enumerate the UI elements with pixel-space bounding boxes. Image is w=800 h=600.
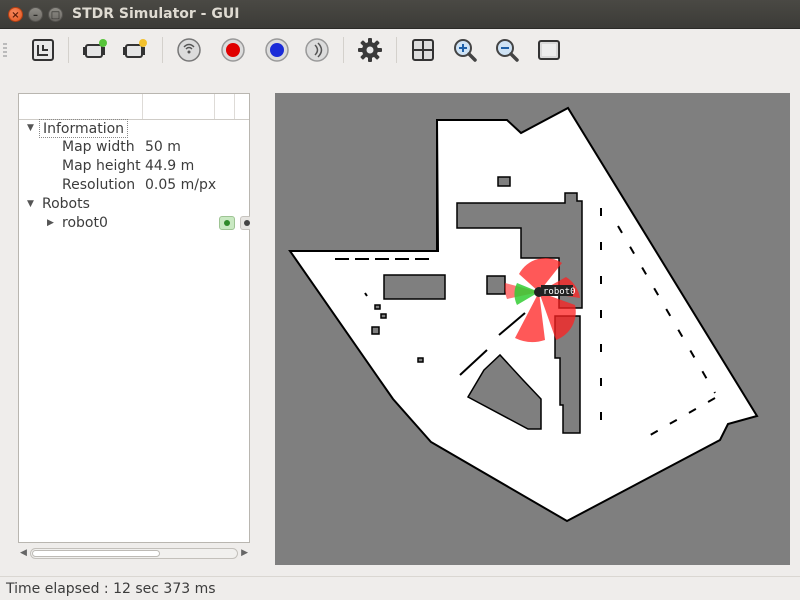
add-sound-source-button[interactable] [302, 35, 332, 65]
time-elapsed-text: Time elapsed : 12 sec 373 ms [6, 581, 216, 597]
toolbar-separator [343, 37, 344, 63]
close-window-button[interactable]: × [8, 7, 23, 22]
info-tree-panel: ▼ Information Map width 50 m Map height … [18, 93, 250, 543]
toolbar-separator [162, 37, 163, 63]
zoom-in-icon [454, 39, 477, 62]
load-robot-icon [123, 39, 147, 58]
window-title: STDR Simulator - GUI [72, 6, 240, 22]
scrollbar-track[interactable] [30, 548, 238, 559]
properties-gear-icon [358, 38, 382, 62]
properties-button[interactable] [355, 35, 385, 65]
status-bar: Time elapsed : 12 sec 373 ms [0, 576, 800, 600]
map-width-label: Map width [62, 139, 135, 155]
toolbar-separator [396, 37, 397, 63]
adjust-view-button[interactable] [534, 35, 564, 65]
add-thermal-source-button[interactable] [262, 35, 292, 65]
grid-icon [412, 39, 434, 61]
load-map-button[interactable] [28, 35, 58, 65]
resolution-label: Resolution [62, 177, 136, 193]
toolbar-separator [68, 37, 69, 63]
tree-item-robot0[interactable]: robot0 [62, 214, 108, 233]
scroll-right-arrow-icon[interactable]: ▶ [241, 548, 248, 558]
zoom-in-button[interactable] [450, 35, 480, 65]
maximize-window-button[interactable]: □ [48, 7, 63, 22]
load-robot-button[interactable] [120, 35, 150, 65]
tree-header [19, 94, 249, 120]
tree-horizontal-scrollbar[interactable]: ◀ ▶ [18, 545, 250, 561]
tree-header-column[interactable] [143, 94, 215, 119]
tree-header-column[interactable] [215, 94, 235, 119]
title-bar: × – □ STDR Simulator - GUI [0, 0, 800, 29]
collapse-arrow-icon[interactable]: ▼ [27, 123, 34, 133]
main-toolbar [0, 29, 800, 71]
svg-text:robot0: robot0 [543, 287, 576, 297]
adjust-view-icon [538, 40, 560, 60]
add-rfid-tag-button[interactable] [174, 35, 204, 65]
scroll-left-arrow-icon[interactable]: ◀ [20, 548, 27, 558]
map-height-value: 44.9 m [145, 158, 195, 174]
grid-toggle-button[interactable] [408, 35, 438, 65]
map-view[interactable]: robot0 [275, 93, 790, 565]
visibility-eye-icon[interactable] [219, 216, 235, 230]
add-robot-button[interactable] [80, 35, 110, 65]
expand-arrow-icon[interactable]: ▶ [47, 218, 54, 228]
tree-header-column[interactable] [19, 94, 143, 119]
add-co2-source-button[interactable] [218, 35, 248, 65]
load-map-icon [32, 39, 54, 61]
thermal-source-icon [265, 38, 289, 62]
rfid-tag-icon [177, 38, 201, 62]
co2-source-icon [221, 38, 245, 62]
add-robot-icon [83, 39, 107, 58]
minimize-window-button[interactable]: – [28, 7, 43, 22]
map-width-value: 50 m [145, 139, 181, 155]
map-canvas[interactable]: robot0 [275, 93, 790, 565]
resolution-value: 0.05 m/px [145, 177, 217, 193]
visibility-eye-icon[interactable] [240, 216, 250, 230]
zoom-out-icon [496, 39, 519, 62]
collapse-arrow-icon[interactable]: ▼ [27, 199, 34, 209]
scrollbar-thumb[interactable] [32, 550, 160, 557]
zoom-out-button[interactable] [492, 35, 522, 65]
sound-source-icon [305, 38, 329, 62]
toolbar-grip[interactable] [3, 43, 7, 57]
tree-item-information[interactable]: Information [39, 119, 129, 138]
tree-item-robots[interactable]: Robots [42, 195, 90, 214]
robot0-label[interactable]: robot0 [541, 285, 576, 297]
map-height-label: Map height [62, 158, 141, 174]
